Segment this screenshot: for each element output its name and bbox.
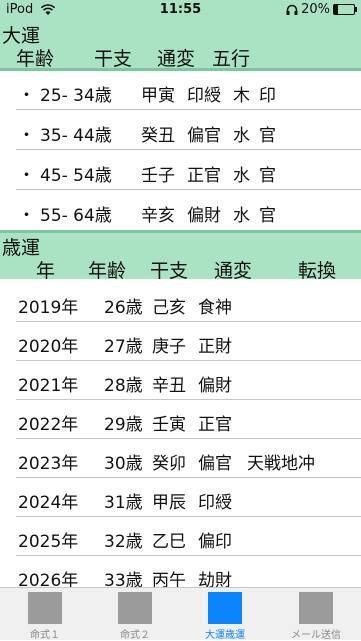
row-divider [16, 149, 361, 150]
row-kanshi: 辛丑 [152, 376, 186, 396]
row-age: 28歳 [104, 376, 143, 396]
row-tsuhen: 偏官 [198, 454, 232, 474]
row-kanshi: 壬子 [141, 166, 175, 186]
row-tsuhen: 偏官 [187, 126, 221, 146]
taiun-header: 大運 年齢 干支 通変 五行 [0, 20, 361, 70]
row-age: 25- 34歳 [40, 86, 112, 106]
row-tsuhen: 偏財 [198, 376, 232, 396]
row-gogyo: 水 [233, 206, 250, 226]
row-kanshi: 甲辰 [152, 493, 186, 513]
status-bar: iPod 11:55 20% [0, 0, 361, 20]
row-bullet: ・ [18, 86, 35, 106]
tab-label: 大運歳運 [205, 630, 245, 641]
saiun-row[interactable]: 2025年 32歳 乙巳 偏印 [0, 517, 361, 556]
row-bullet: ・ [18, 126, 35, 146]
headphones-icon [286, 4, 298, 15]
saiun-row[interactable]: 2023年 30歳 癸卯 偏官 天戦地冲 [0, 439, 361, 478]
taiun-row[interactable]: ・ 55- 64歳 辛亥 偏財水官 [0, 191, 361, 230]
row-tsuhen: 食神 [198, 298, 232, 318]
row-kanshi: 甲寅 [141, 86, 175, 106]
row-type: 官 [259, 126, 276, 146]
row-divider [16, 109, 361, 110]
saiun-header: 歳運 年 年齢 干支 通変 転換 [0, 233, 361, 282]
row-age: 32歳 [104, 532, 143, 552]
saiun-col-tenkan: 転換 [298, 260, 337, 282]
tab-label: 命式１ [30, 630, 60, 641]
row-year: 2022年 [18, 415, 79, 435]
battery-icon [333, 4, 357, 15]
row-age: 31歳 [104, 493, 143, 513]
row-gogyo: 水 [233, 166, 250, 186]
mail-send-icon [299, 592, 333, 624]
row-kanshi: 癸卯 [152, 454, 186, 474]
tab-bar: 命式１ 命式２ 大運歳運 メール送信 [0, 587, 361, 641]
row-age: 29歳 [104, 415, 143, 435]
row-tsuhen: 正官 [187, 166, 221, 186]
saiun-col-tsuhen: 通変 [214, 260, 253, 282]
row-type: 官 [259, 166, 276, 186]
saiun-col-year: 年 [36, 260, 56, 282]
row-age: 30歳 [104, 454, 143, 474]
saiun-row[interactable]: 2019年 26歳 己亥 食神 [0, 283, 361, 322]
row-tsuhen: 正財 [198, 337, 232, 357]
row-type: 印 [259, 86, 276, 106]
row-tsuhen: 偏印 [198, 532, 232, 552]
row-bullet: ・ [18, 166, 35, 186]
tab-mail-send[interactable]: メール送信 [271, 592, 361, 641]
row-kanshi: 乙巳 [152, 532, 186, 552]
row-age: 55- 64歳 [40, 206, 112, 226]
row-kanshi: 辛亥 [141, 206, 175, 226]
row-type: 官 [259, 206, 276, 226]
taiun-col-age: 年齢 [16, 48, 55, 70]
row-divider [16, 189, 361, 190]
saiun-row[interactable]: 2020年 27歳 庚子 正財 [0, 322, 361, 361]
row-tsuhen: 印綬 [198, 493, 232, 513]
taiun-col-gogyo: 五行 [212, 48, 251, 70]
row-age: 27歳 [104, 337, 143, 357]
row-kanshi: 己亥 [152, 298, 186, 318]
row-year: 2023年 [18, 454, 79, 474]
row-age: 45- 54歳 [40, 166, 112, 186]
taiun-saiun-icon [208, 592, 242, 624]
saiun-row[interactable]: 2024年 31歳 甲辰 印綬 [0, 478, 361, 517]
taiun-row[interactable]: ・ 25- 34歳 甲寅 印綬木印 [0, 71, 361, 110]
row-tenkan: 天戦地冲 [247, 454, 315, 474]
tab-taiun-saiun[interactable]: 大運歳運 [180, 592, 270, 641]
row-tsuhen: 正官 [198, 415, 232, 435]
row-gogyo: 木 [233, 86, 250, 106]
taiun-col-kanshi: 干支 [94, 48, 133, 70]
row-kanshi: 癸丑 [141, 126, 175, 146]
tab-meishiki-2[interactable]: 命式２ [90, 592, 180, 641]
saiun-col-kanshi: 干支 [150, 260, 189, 282]
row-bullet: ・ [18, 206, 35, 226]
row-year: 2019年 [18, 298, 79, 318]
taiun-row[interactable]: ・ 35- 44歳 癸丑 偏官水官 [0, 111, 361, 150]
tab-meishiki-1[interactable]: 命式１ [0, 592, 90, 641]
row-kanshi: 庚子 [152, 337, 186, 357]
saiun-col-age: 年齢 [88, 260, 127, 282]
row-year: 2021年 [18, 376, 79, 396]
saiun-title: 歳運 [2, 237, 41, 259]
taiun-row[interactable]: ・ 45- 54歳 壬子 正官水官 [0, 151, 361, 190]
saiun-row[interactable]: 2021年 28歳 辛丑 偏財 [0, 361, 361, 400]
row-gogyo: 水 [233, 126, 250, 146]
row-year: 2020年 [18, 337, 79, 357]
meishiki-2-icon [118, 592, 152, 624]
row-kanshi: 壬寅 [152, 415, 186, 435]
meishiki-1-icon [28, 592, 62, 624]
saiun-row[interactable]: 2022年 29歳 壬寅 正官 [0, 400, 361, 439]
row-year: 2025年 [18, 532, 79, 552]
row-age: 35- 44歳 [40, 126, 112, 146]
tab-label: メール送信 [291, 630, 341, 641]
row-tsuhen: 偏財 [187, 206, 221, 226]
row-year: 2024年 [18, 493, 79, 513]
battery-percent: 20% [301, 2, 330, 17]
row-tsuhen: 印綬 [187, 86, 221, 106]
taiun-col-tsuhen: 通変 [157, 48, 196, 70]
tab-label: 命式２ [120, 630, 150, 641]
row-age: 26歳 [104, 298, 143, 318]
